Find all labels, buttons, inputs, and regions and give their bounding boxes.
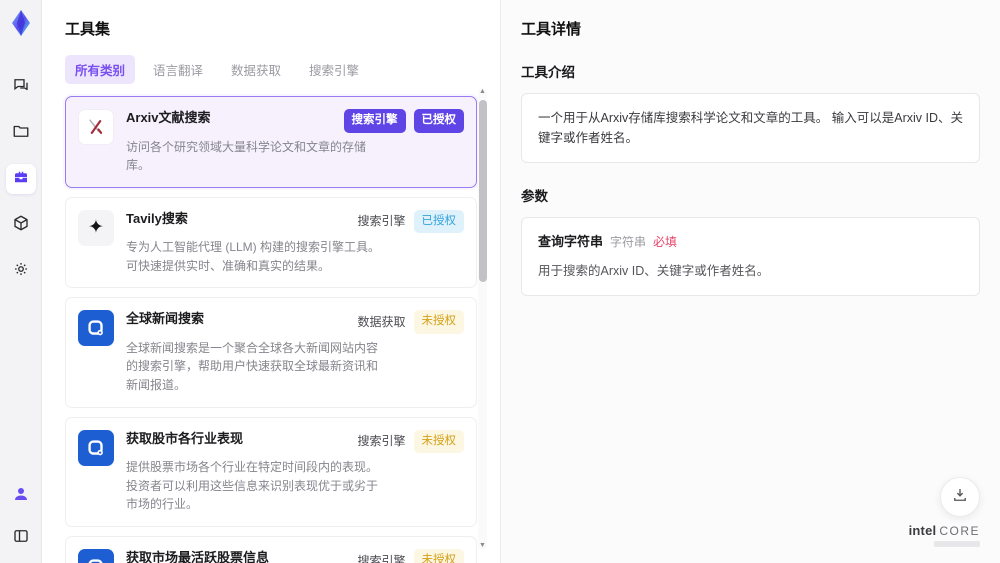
brand-core: CORE <box>939 523 980 538</box>
q-blue-icon <box>78 310 114 347</box>
left-sidebar <box>0 0 42 563</box>
arxiv-icon <box>78 109 114 145</box>
download-button[interactable] <box>940 477 980 517</box>
tool-list-item[interactable]: 获取市场最活跃股票信息 搜索引擎 未授权 提供当天交易量最高的股票列表。投资者可… <box>65 535 477 563</box>
sidebar-item-toolset[interactable] <box>5 164 36 194</box>
tool-name: Tavily搜索 <box>126 210 188 226</box>
chat-icon <box>12 76 30 99</box>
params-heading: 参数 <box>521 189 548 204</box>
user-icon <box>12 485 30 508</box>
intel-core-logo: intel CORE <box>908 522 980 547</box>
panel-toggle-icon <box>12 527 30 550</box>
param-description: 用于搜索的Arxiv ID、关键字或作者姓名。 <box>538 263 770 278</box>
tool-name: Arxiv文献搜索 <box>126 110 211 125</box>
q-blue-icon <box>78 548 114 563</box>
list-scrollbar[interactable]: ▲ ▼ <box>478 88 487 550</box>
tool-list: Arxiv文献搜索 搜索引擎 已授权 访问各个研究领域大量科学论文和文章的存储库… <box>65 96 477 563</box>
toolset-panel: 工具集 所有类别 语言翻译 数据获取 搜索引擎 Arxiv文献搜索 搜索引擎 已授权 … <box>42 0 500 563</box>
sidebar-item-collapse[interactable] <box>6 523 36 553</box>
tab-1[interactable]: 语言翻译 <box>143 55 213 84</box>
scroll-down-arrow[interactable]: ▼ <box>478 542 487 550</box>
sidebar-item-settings[interactable] <box>6 256 36 286</box>
sidebar-item-chat[interactable] <box>6 72 36 102</box>
folder-icon <box>12 122 30 145</box>
tab-3[interactable]: 搜索引擎 <box>299 55 369 84</box>
tool-auth-badge: 未授权 <box>413 429 464 454</box>
tool-auth-badge: 已授权 <box>413 109 464 133</box>
tool-category-badge: 搜索引擎 <box>343 109 406 133</box>
tool-description: 访问各个研究领域大量科学论文和文章的存储库。 <box>126 139 367 173</box>
tool-list-item[interactable]: 获取股市各行业表现 搜索引擎 未授权 提供股票市场各个行业在特定时间段内的表现。… <box>65 416 477 527</box>
tool-list-item[interactable]: Arxiv文献搜索 搜索引擎 已授权 访问各个研究领域大量科学论文和文章的存储库… <box>65 96 477 188</box>
tool-auth-badge: 未授权 <box>413 548 464 563</box>
tool-list-item[interactable]: 全球新闻搜索 数据获取 未授权 全球新闻搜索是一个聚合全球各大新闻网站内容的搜索… <box>65 297 477 408</box>
tool-details-panel: 工具详情 工具介绍 一个用于从Arxiv存储库搜索科学论文和文章的工具。 输入可… <box>500 0 1000 563</box>
tool-name: 获取市场最活跃股票信息 <box>126 549 270 563</box>
param-type: 字符串 <box>610 235 647 249</box>
gear-icon <box>12 260 30 283</box>
tool-auth-badge: 已授权 <box>413 209 464 234</box>
tab-0[interactable]: 所有类别 <box>65 55 136 84</box>
tool-description: 专为人工智能代理 (LLM) 构建的搜索引擎工具。可快速提供实时、准确和真实的结… <box>126 240 381 273</box>
tool-name: 获取股市各行业表现 <box>126 430 244 446</box>
tavily-icon: ✦ <box>78 209 114 246</box>
tool-list-item[interactable]: ✦ Tavily搜索 搜索引擎 已授权 专为人工智能代理 (LLM) 构建的搜索… <box>65 196 477 289</box>
cube-icon <box>12 214 30 237</box>
details-title: 工具详情 <box>521 21 582 38</box>
brand-subline <box>934 541 980 547</box>
param-box: 查询字符串 字符串 必填 用于搜索的Arxiv ID、关键字或作者姓名。 <box>521 217 980 296</box>
tool-auth-badge: 未授权 <box>413 310 464 334</box>
brand-intel: intel <box>908 522 937 538</box>
tool-category-badge: 搜索引擎 <box>357 434 406 449</box>
sidebar-item-files[interactable] <box>6 118 36 148</box>
intro-heading: 工具介绍 <box>521 65 575 80</box>
tool-category-badge: 搜索引擎 <box>357 214 406 229</box>
tool-category-badge: 数据获取 <box>357 315 406 330</box>
q-blue-icon <box>78 429 114 466</box>
tool-description: 全球新闻搜索是一个聚合全球各大新闻网站内容的搜索引擎，帮助用户快速获取全球最新资… <box>126 340 379 393</box>
category-tabs: 所有类别 语言翻译 数据获取 搜索引擎 <box>65 55 474 84</box>
download-icon <box>951 486 969 509</box>
sidebar-item-plugins[interactable] <box>6 210 36 240</box>
param-required-badge: 必填 <box>653 235 678 249</box>
app-logo <box>6 8 36 38</box>
scrollbar-thumb[interactable] <box>478 100 487 282</box>
sidebar-item-account[interactable] <box>6 481 36 511</box>
tool-description: 提供股票市场各个行业在特定时间段内的表现。投资者可以利用这些信息来识别表现优于或… <box>126 460 379 512</box>
page-title: 工具集 <box>65 21 111 38</box>
tool-name: 全球新闻搜索 <box>126 311 205 327</box>
param-name: 查询字符串 <box>538 234 604 249</box>
toolbox-icon <box>12 168 30 191</box>
scroll-up-arrow[interactable]: ▲ <box>478 88 487 96</box>
tool-category-badge: 搜索引擎 <box>357 553 406 563</box>
intro-box: 一个用于从Arxiv存储库搜索科学论文和文章的工具。 输入可以是Arxiv ID… <box>521 93 980 163</box>
tab-2[interactable]: 数据获取 <box>221 55 291 84</box>
